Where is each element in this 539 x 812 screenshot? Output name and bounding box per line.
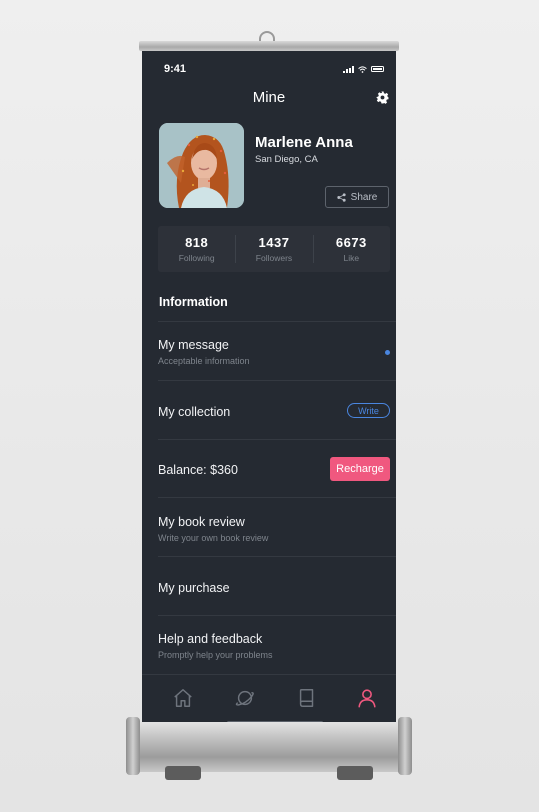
section-title: Information [159, 295, 228, 309]
unread-dot [385, 350, 390, 355]
status-icons [343, 65, 384, 73]
share-button[interactable]: Share [325, 186, 389, 208]
write-button[interactable]: Write [347, 403, 390, 418]
profile-name: Marlene Anna [255, 134, 353, 151]
menu-item-subtitle: Promptly help your problems [158, 650, 273, 660]
battery-icon [371, 66, 384, 72]
stat-followers[interactable]: 1437 Followers [235, 226, 312, 272]
stat-value: 1437 [258, 235, 290, 250]
menu-item-label: My message [158, 338, 229, 352]
banner-base [128, 722, 410, 772]
menu-item-my-message[interactable]: My message Acceptable information [158, 321, 396, 380]
share-label: Share [350, 191, 378, 203]
home-icon[interactable] [172, 687, 194, 709]
book-icon[interactable] [296, 687, 318, 709]
banner-foot-left [165, 766, 201, 780]
profile-icon[interactable] [356, 687, 378, 709]
recharge-button[interactable]: Recharge [330, 457, 390, 481]
banner-top-rail [139, 41, 399, 51]
stat-value: 818 [185, 235, 209, 250]
banner-base-cap-left [126, 717, 140, 775]
avatar-photo [159, 123, 244, 208]
profile-location: San Diego, CA [255, 154, 318, 165]
stat-label: Followers [255, 253, 293, 263]
menu-item-label: My book review [158, 515, 245, 529]
balance-label: Balance: $360 [158, 463, 238, 477]
avatar[interactable] [159, 123, 244, 208]
status-bar: 9:41 [164, 63, 384, 75]
stat-label: Following [178, 253, 215, 263]
stats-panel: 818 Following 1437 Followers 6673 Like [158, 226, 390, 272]
banner-base-cap-right [398, 717, 412, 775]
share-icon [337, 192, 346, 202]
page-title: Mine [252, 89, 286, 106]
stat-label: Like [343, 253, 360, 263]
menu-item-my-purchase[interactable]: My purchase [158, 556, 396, 615]
menu-item-subtitle: Acceptable information [158, 356, 250, 366]
phone-screen: 9:41 Mine Marlene Anna San Diego, CA Sha… [142, 51, 396, 729]
menu-item-my-book-review[interactable]: My book review Write your own book revie… [158, 497, 396, 556]
menu-item-subtitle: Write your own book review [158, 533, 269, 543]
discover-planet-icon[interactable] [234, 687, 256, 709]
stat-value: 6673 [335, 235, 367, 250]
menu-item-my-collection[interactable]: My collection Write [158, 380, 396, 439]
banner-foot-right [337, 766, 373, 780]
gear-icon[interactable] [376, 91, 389, 104]
signal-icon [343, 65, 354, 73]
stat-following[interactable]: 818 Following [158, 226, 235, 272]
menu-item-label: Help and feedback [158, 632, 263, 646]
menu-item-label: My collection [158, 405, 231, 419]
menu-item-label: My purchase [158, 581, 230, 595]
stat-like[interactable]: 6673 Like [312, 226, 390, 272]
menu-item-balance: Balance: $360 Recharge [158, 439, 396, 497]
status-time: 9:41 [164, 63, 187, 75]
menu-item-help-feedback[interactable]: Help and feedback Promptly help your pro… [158, 615, 396, 674]
wifi-icon [358, 65, 367, 73]
